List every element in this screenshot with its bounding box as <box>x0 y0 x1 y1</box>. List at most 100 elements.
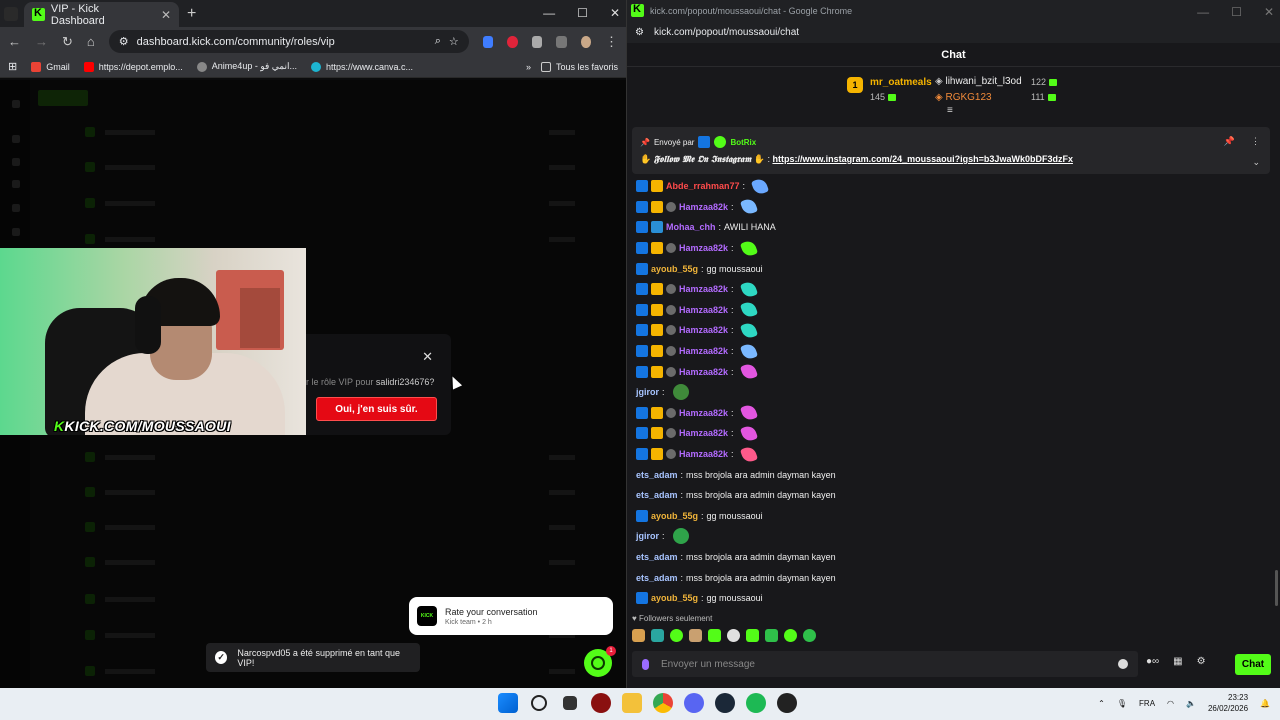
notifications-icon[interactable]: 🔔 <box>1260 699 1270 708</box>
emote-icon[interactable] <box>739 403 758 423</box>
message-username[interactable]: ets_adam <box>636 470 678 480</box>
minimize-icon[interactable]: — <box>543 6 555 20</box>
extension-blue-icon[interactable] <box>482 35 494 48</box>
modal-close-icon[interactable]: ✕ <box>422 349 433 365</box>
message-username[interactable]: ets_adam <box>636 573 678 583</box>
leader-2-name[interactable]: ◈ lihwani_bzit_l3od <box>935 76 1022 87</box>
store-icon[interactable]: ▦ <box>1173 656 1182 667</box>
bookmark-star-icon[interactable]: ☆ <box>449 35 459 48</box>
extension-grey-icon[interactable] <box>531 35 543 48</box>
clock[interactable]: 23:23 26/02/2026 <box>1208 692 1248 714</box>
bookmark-gmail[interactable]: Gmail <box>31 61 70 72</box>
message-username[interactable]: jgiror <box>636 531 659 541</box>
message-username[interactable]: ayoub_55g <box>651 593 698 603</box>
chat-scrollbar[interactable] <box>1275 570 1278 606</box>
message-username[interactable]: Mohaa_chh <box>666 222 716 232</box>
message-username[interactable]: Hamzaa82k <box>679 243 728 253</box>
message-username[interactable]: Hamzaa82k <box>679 346 728 356</box>
tray-chevron-icon[interactable]: ⌃ <box>1098 699 1105 708</box>
message-username[interactable]: ayoub_55g <box>651 511 698 521</box>
leader-3-name[interactable]: ◈ RGKG123 <box>935 92 992 103</box>
emote-quick-7[interactable] <box>746 629 759 642</box>
message-username[interactable]: Abde_rrahman77 <box>666 181 740 191</box>
message-username[interactable]: Hamzaa82k <box>679 428 728 438</box>
emote-quick-6[interactable] <box>727 629 740 642</box>
chat-send-button[interactable]: Chat <box>1235 654 1271 675</box>
message-username[interactable]: Hamzaa82k <box>679 284 728 294</box>
volume-icon[interactable]: 🔈 <box>1186 699 1196 708</box>
message-username[interactable]: Hamzaa82k <box>679 408 728 418</box>
maximize-icon[interactable]: ☐ <box>577 6 588 20</box>
emote-quick-1[interactable] <box>632 629 645 642</box>
message-username[interactable]: Hamzaa82k <box>679 202 728 212</box>
emote-icon[interactable] <box>739 238 758 258</box>
emote-icon[interactable] <box>672 528 689 545</box>
leader-1-name[interactable]: mr_oatmeals <box>870 77 932 88</box>
site-info-icon[interactable]: ⚙ <box>635 27 644 38</box>
start-icon[interactable] <box>498 693 518 713</box>
reload-icon[interactable]: ↻ <box>62 34 73 50</box>
pinned-options-icon[interactable]: ⋮ <box>1251 136 1260 147</box>
apps-grid-icon[interactable]: ⊞ <box>8 60 17 73</box>
bookmark-anime4up[interactable]: Anime4up - انمي فو... <box>196 61 297 72</box>
chat-input-placeholder[interactable]: Envoyer un message <box>661 659 755 670</box>
close-window-icon[interactable]: ✕ <box>1264 5 1274 19</box>
bookmark-depot[interactable]: https://depot.emplo... <box>83 61 183 72</box>
obs-icon[interactable] <box>777 693 797 713</box>
search-icon[interactable] <box>531 695 547 711</box>
extension-red-icon[interactable] <box>507 35 518 48</box>
close-window-icon[interactable]: ✕ <box>610 6 620 20</box>
popout-address-bar[interactable]: ⚙ kick.com/popout/moussaoui/chat <box>627 21 1280 43</box>
discord-icon[interactable] <box>684 693 704 713</box>
emote-quick-8[interactable] <box>765 629 778 642</box>
emote-quick-9[interactable] <box>784 629 797 642</box>
message-username[interactable]: jgiror <box>636 387 659 397</box>
collapse-leaderboard-icon[interactable]: ≡ <box>947 105 953 116</box>
site-info-icon[interactable]: ⚙ <box>119 35 129 48</box>
chat-settings-icon[interactable]: ⚙ <box>1197 656 1206 667</box>
pinned-author[interactable]: BotRix <box>730 138 756 147</box>
emote-icon[interactable] <box>739 444 758 464</box>
url-text[interactable]: dashboard.kick.com/community/roles/vip <box>137 36 427 48</box>
minimize-icon[interactable]: — <box>1197 5 1209 19</box>
wifi-icon[interactable]: ◠ <box>1167 699 1174 708</box>
confirm-button[interactable]: Oui, j'en suis sûr. <box>316 397 437 421</box>
tab-close-icon[interactable]: ✕ <box>161 8 171 22</box>
menu-kebab-icon[interactable]: ⋮ <box>605 34 618 50</box>
message-username[interactable]: Hamzaa82k <box>679 449 728 459</box>
message-username[interactable]: ayoub_55g <box>651 264 698 274</box>
tab-vip-dashboard[interactable]: VIP - Kick Dashboard ✕ <box>24 2 179 27</box>
tab-search-icon[interactable] <box>4 7 18 21</box>
new-tab-icon[interactable]: + <box>187 5 196 23</box>
emote-quick-3[interactable] <box>670 629 683 642</box>
emote-icon[interactable] <box>739 362 758 382</box>
microphone-icon[interactable]: 🎙 <box>1117 699 1127 708</box>
address-bar[interactable]: ⚙ dashboard.kick.com/community/roles/vip… <box>108 30 469 53</box>
emote-icon[interactable] <box>672 384 689 401</box>
message-username[interactable]: ets_adam <box>636 490 678 500</box>
extensions-puzzle-icon[interactable] <box>556 35 567 48</box>
popout-url[interactable]: kick.com/popout/moussaoui/chat <box>654 27 799 38</box>
emote-icon[interactable] <box>739 423 758 443</box>
emote-quick-4[interactable] <box>689 629 702 642</box>
gift-sub-icon[interactable]: ●∞ <box>1146 656 1159 667</box>
home-icon[interactable]: ⌂ <box>87 34 95 49</box>
message-username[interactable]: Hamzaa82k <box>679 367 728 377</box>
emoji-icon[interactable] <box>1118 659 1128 669</box>
emote-icon[interactable] <box>739 321 758 340</box>
steam-icon[interactable] <box>715 693 735 713</box>
file-explorer-icon[interactable] <box>622 693 642 713</box>
instagram-link[interactable]: https://www.instagram.com/24_moussaoui?i… <box>772 154 1072 164</box>
emote-icon[interactable] <box>739 279 758 299</box>
emote-quick-2[interactable] <box>651 629 664 642</box>
back-icon[interactable]: ← <box>8 34 21 49</box>
spotify-icon[interactable] <box>746 693 766 713</box>
expand-pinned-icon[interactable]: ⌄ <box>1252 157 1260 168</box>
bookmark-canva[interactable]: https://www.canva.c... <box>311 61 413 72</box>
zoom-icon[interactable]: ⌕ <box>435 35 441 48</box>
forward-icon[interactable]: → <box>35 34 48 49</box>
emote-icon[interactable] <box>750 176 770 196</box>
maximize-icon[interactable]: ☐ <box>1231 5 1242 19</box>
support-chat-button[interactable]: 1 <box>584 646 616 677</box>
app-red-icon[interactable] <box>591 693 611 713</box>
